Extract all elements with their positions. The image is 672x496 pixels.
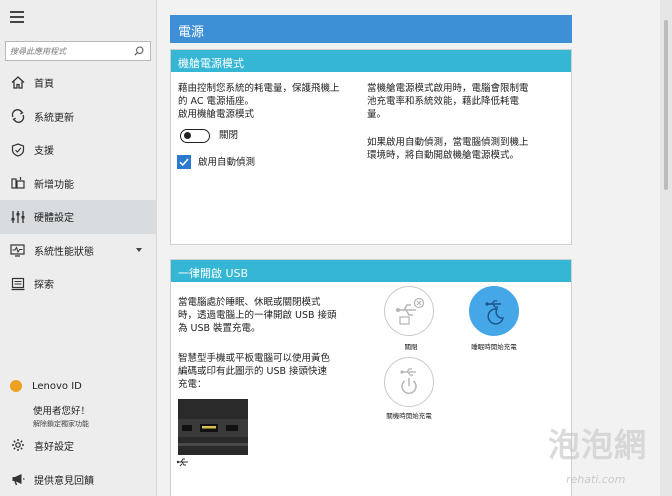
sidebar-item-home[interactable]: 首頁 bbox=[0, 66, 157, 100]
sidebar-item-system-health[interactable]: 系統性能狀態 bbox=[0, 234, 157, 268]
sidebar-item-label: 支援 bbox=[34, 146, 54, 158]
airplane-power-title: 機艙電源模式 bbox=[178, 57, 244, 70]
system-health-icon bbox=[10, 243, 25, 258]
new-features-icon bbox=[10, 176, 25, 191]
usb-phone-line1: 智慧型手機或平板電腦可以使用黃色 bbox=[178, 353, 331, 364]
sidebar-item-label: 系統性能狀態 bbox=[34, 246, 94, 258]
usb-description-line3: 為 USB 裝置充電。 bbox=[178, 323, 261, 334]
usb-sleep-charge-icon bbox=[485, 300, 504, 325]
lenovo-id-unlock-link[interactable]: 解除鎖定獨家功能 bbox=[0, 419, 157, 429]
usb-power-off-charge-option[interactable] bbox=[384, 357, 434, 407]
sidebar-item-label: 新增功能 bbox=[34, 179, 74, 191]
sidebar-item-new-features[interactable]: 新增功能 bbox=[0, 167, 157, 201]
update-icon bbox=[10, 109, 25, 124]
auto-detect-info-line1: 如果啟用自動偵測，當電腦偵測到機上 bbox=[367, 137, 529, 148]
usb-description-line1: 當電腦處於睡眠、休眠或關閉模式 bbox=[178, 297, 321, 308]
lenovo-id-greeting: 使用者您好！ bbox=[33, 406, 91, 417]
airplane-power-description-line1: 藉由控制您系統的耗電量，保護飛機上 bbox=[178, 83, 340, 94]
sidebar-item-label: 首頁 bbox=[34, 79, 54, 91]
checkmark-icon bbox=[179, 158, 189, 167]
airplane-power-info-line2: 池充電率和系統效能，藉此降低耗電 bbox=[367, 96, 520, 107]
usb-sleep-charge-label: 睡眠時開始充電 bbox=[471, 343, 517, 351]
watermark-logo: 泡泡網 bbox=[548, 426, 648, 464]
sidebar-item-label: 系統更新 bbox=[34, 112, 74, 124]
airplane-power-enable-label: 啟用機艙電源模式 bbox=[178, 109, 255, 120]
airplane-power-toggle[interactable] bbox=[180, 129, 210, 143]
usb-off-icon bbox=[396, 297, 425, 325]
auto-detect-label: 啟用自動偵測 bbox=[198, 157, 256, 168]
usb-charge-icon bbox=[176, 458, 188, 467]
usb-power-off-charge-icon bbox=[400, 368, 417, 395]
lenovo-id-avatar-icon bbox=[10, 380, 22, 392]
hardware-settings-icon bbox=[10, 209, 25, 224]
always-on-usb-title: 一律開啟 USB bbox=[178, 267, 249, 280]
megaphone-icon bbox=[10, 472, 25, 487]
home-icon bbox=[10, 75, 25, 90]
sidebar-nav: 首頁 系統更新 支援 新增功能 硬體設定 系統性能狀態 探索 bbox=[0, 66, 157, 301]
airplane-power-toggle-state: 關閉 bbox=[219, 130, 239, 141]
gear-icon bbox=[10, 438, 25, 453]
sidebar-item-discover[interactable]: 探索 bbox=[0, 267, 157, 301]
lenovo-id-title: Lenovo ID bbox=[32, 380, 82, 392]
page-title: 電源 bbox=[178, 25, 205, 40]
sidebar-item-preferences[interactable]: 喜好設定 bbox=[0, 432, 157, 458]
usb-phone-line3: 充電： bbox=[178, 379, 207, 390]
toggle-knob bbox=[184, 132, 191, 139]
airplane-power-info-line3: 量。 bbox=[367, 109, 387, 120]
usb-off-option[interactable] bbox=[384, 286, 434, 336]
usb-phone-line2: 編碼或印有此圖示的 USB 接頭快速 bbox=[178, 366, 328, 377]
sidebar-item-label: 喜好設定 bbox=[34, 441, 74, 453]
sidebar-item-label: 提供意見回饋 bbox=[34, 475, 94, 487]
airplane-power-description-line2: 的 AC 電源插座。 bbox=[178, 96, 255, 107]
usb-off-label: 關閉 bbox=[404, 343, 418, 351]
search-box[interactable] bbox=[5, 41, 151, 61]
search-input[interactable] bbox=[10, 45, 130, 58]
watermark-url: rehati.com bbox=[566, 473, 626, 486]
chevron-down-icon[interactable] bbox=[136, 247, 142, 252]
always-on-usb-header: 一律開啟 USB bbox=[171, 260, 571, 282]
auto-detect-info-line2: 環境時，將自動開啟機艙電源模式。 bbox=[367, 150, 520, 161]
sidebar: 首頁 系統更新 支援 新增功能 硬體設定 bbox=[0, 0, 157, 496]
usb-power-off-charge-label: 關機時開始充電 bbox=[386, 412, 432, 420]
sidebar-item-label: 硬體設定 bbox=[34, 213, 74, 225]
scrollbar-thumb[interactable] bbox=[664, 20, 668, 190]
airplane-power-info-line1: 當機艙電源模式啟用時，電腦會限制電 bbox=[367, 83, 529, 94]
usb-description-line2: 時，透過電腦上的一律開啟 USB 接頭 bbox=[178, 310, 337, 321]
sidebar-item-hardware-settings[interactable]: 硬體設定 bbox=[0, 200, 157, 234]
laptop-usb-port-photo bbox=[178, 399, 248, 455]
discover-icon bbox=[10, 276, 25, 291]
sidebar-item-label: 探索 bbox=[34, 280, 54, 292]
airplane-power-header: 機艙電源模式 bbox=[171, 50, 571, 72]
page-header bbox=[170, 15, 572, 43]
sidebar-item-system-update[interactable]: 系統更新 bbox=[0, 100, 157, 134]
lenovo-id-section[interactable]: Lenovo ID 使用者您好！ 解除鎖定獨家功能 bbox=[0, 376, 157, 429]
auto-detect-checkbox[interactable] bbox=[177, 155, 191, 169]
usb-sleep-charge-option[interactable] bbox=[469, 286, 519, 336]
hamburger-menu-icon[interactable] bbox=[10, 11, 24, 23]
sidebar-item-feedback[interactable]: 提供意見回饋 bbox=[0, 466, 157, 492]
search-icon[interactable] bbox=[134, 46, 144, 56]
sidebar-item-support[interactable]: 支援 bbox=[0, 133, 157, 167]
support-icon bbox=[10, 142, 25, 157]
